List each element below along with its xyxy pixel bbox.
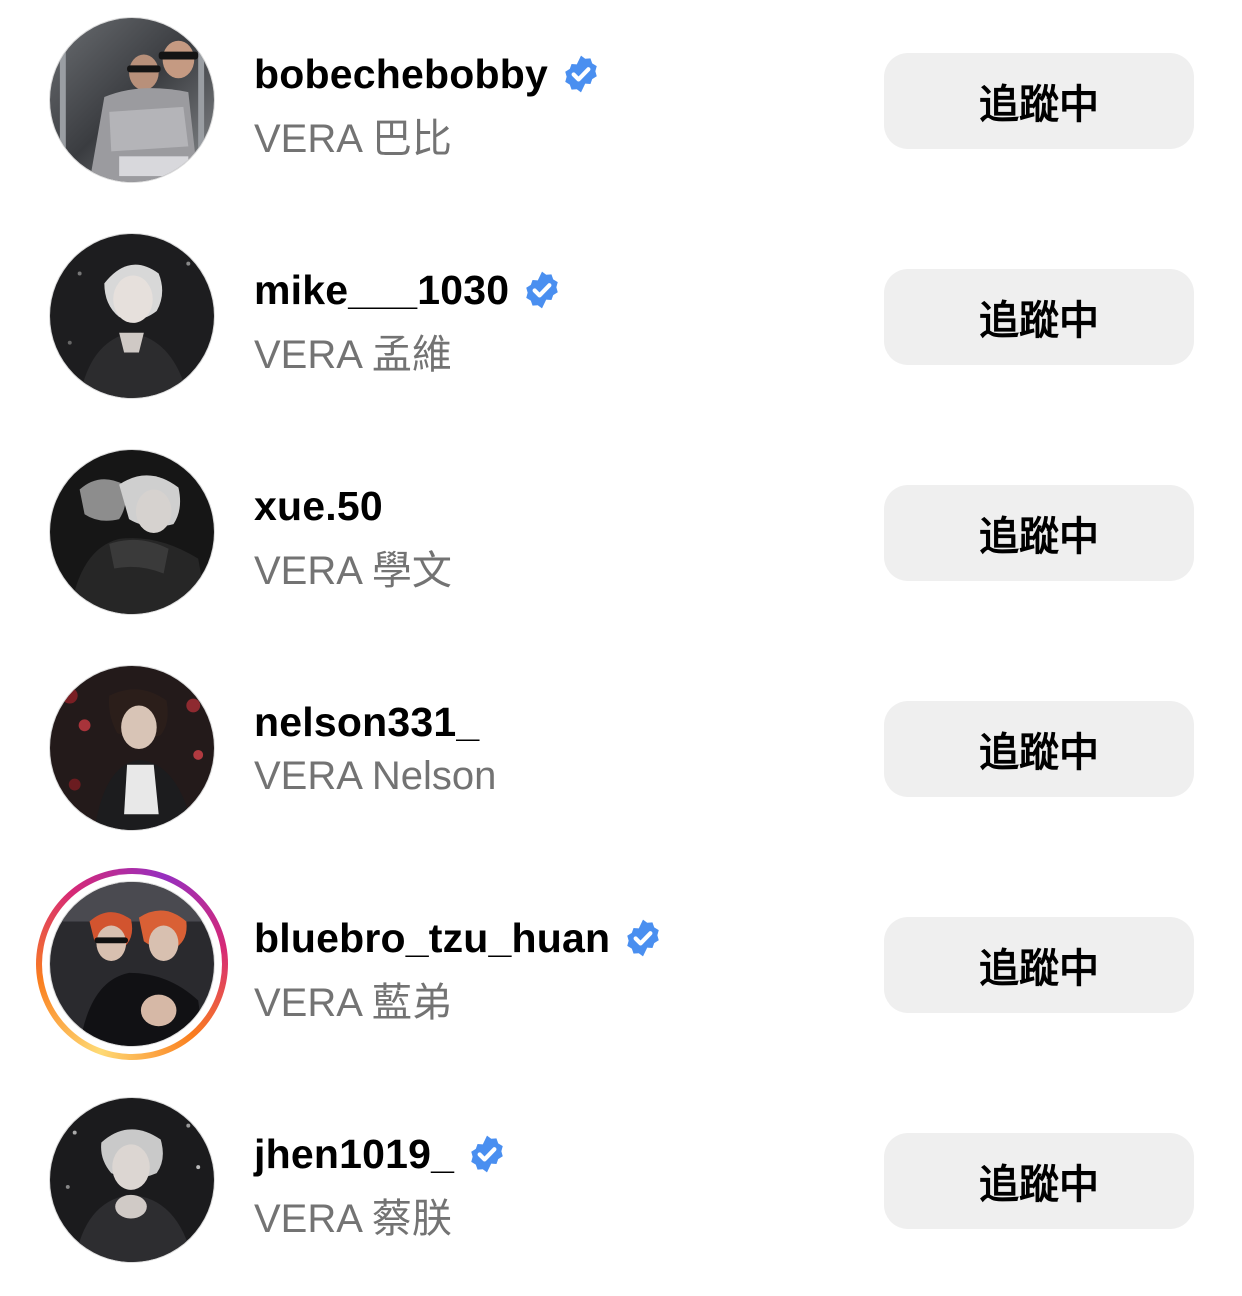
following-button[interactable]: 追蹤中: [884, 53, 1194, 149]
username[interactable]: bluebro_tzu_huan: [254, 915, 610, 962]
list-item[interactable]: jhen1019_ VERA 蔡朕 追蹤中: [0, 1080, 1242, 1296]
verified-badge-icon: [521, 269, 563, 311]
username-line[interactable]: xue.50: [254, 482, 383, 530]
profile-photo: [49, 665, 215, 831]
following-button[interactable]: 追蹤中: [884, 917, 1194, 1013]
verified-badge-icon: [466, 1133, 508, 1175]
full-name: VERA Nelson: [254, 754, 497, 798]
username-line[interactable]: bluebro_tzu_huan: [254, 914, 664, 962]
list-item[interactable]: nelson331_ VERA Nelson 追蹤中: [0, 648, 1242, 864]
username[interactable]: bobechebobby: [254, 51, 548, 98]
avatar[interactable]: [36, 868, 228, 1060]
username[interactable]: nelson331_: [254, 699, 479, 746]
username[interactable]: mike___1030: [254, 267, 509, 314]
following-button[interactable]: 追蹤中: [884, 701, 1194, 797]
avatar[interactable]: [49, 17, 215, 183]
verified-badge-icon: [622, 917, 664, 959]
profile-photo: [49, 881, 215, 1047]
username[interactable]: jhen1019_: [254, 1131, 454, 1178]
username-line[interactable]: mike___1030: [254, 266, 563, 314]
avatar[interactable]: [49, 233, 215, 399]
full-name: VERA 藍弟: [254, 981, 452, 1025]
username-line[interactable]: bobechebobby: [254, 50, 602, 98]
full-name: VERA 孟維: [254, 333, 452, 377]
list-item[interactable]: xue.50 VERA 學文 追蹤中: [0, 432, 1242, 648]
list-item[interactable]: mike___1030 VERA 孟維 追蹤中: [0, 216, 1242, 432]
full-name: VERA 蔡朕: [254, 1197, 452, 1241]
following-button[interactable]: 追蹤中: [884, 269, 1194, 365]
full-name: VERA 巴比: [254, 117, 452, 161]
avatar[interactable]: [49, 1097, 215, 1263]
avatar[interactable]: [49, 665, 215, 831]
avatar[interactable]: [49, 449, 215, 615]
following-button[interactable]: 追蹤中: [884, 485, 1194, 581]
verified-badge-icon: [560, 53, 602, 95]
full-name: VERA 學文: [254, 549, 452, 593]
username-line[interactable]: nelson331_: [254, 698, 479, 746]
profile-photo: [49, 1097, 215, 1263]
username[interactable]: xue.50: [254, 483, 383, 530]
username-line[interactable]: jhen1019_: [254, 1130, 508, 1178]
list-item[interactable]: bluebro_tzu_huan VERA 藍弟 追蹤中: [0, 864, 1242, 1080]
profile-photo: [49, 449, 215, 615]
list-item[interactable]: bobechebobby VERA 巴比 追蹤中: [0, 0, 1242, 216]
following-button[interactable]: 追蹤中: [884, 1133, 1194, 1229]
profile-photo: [49, 17, 215, 183]
profile-photo: [49, 233, 215, 399]
